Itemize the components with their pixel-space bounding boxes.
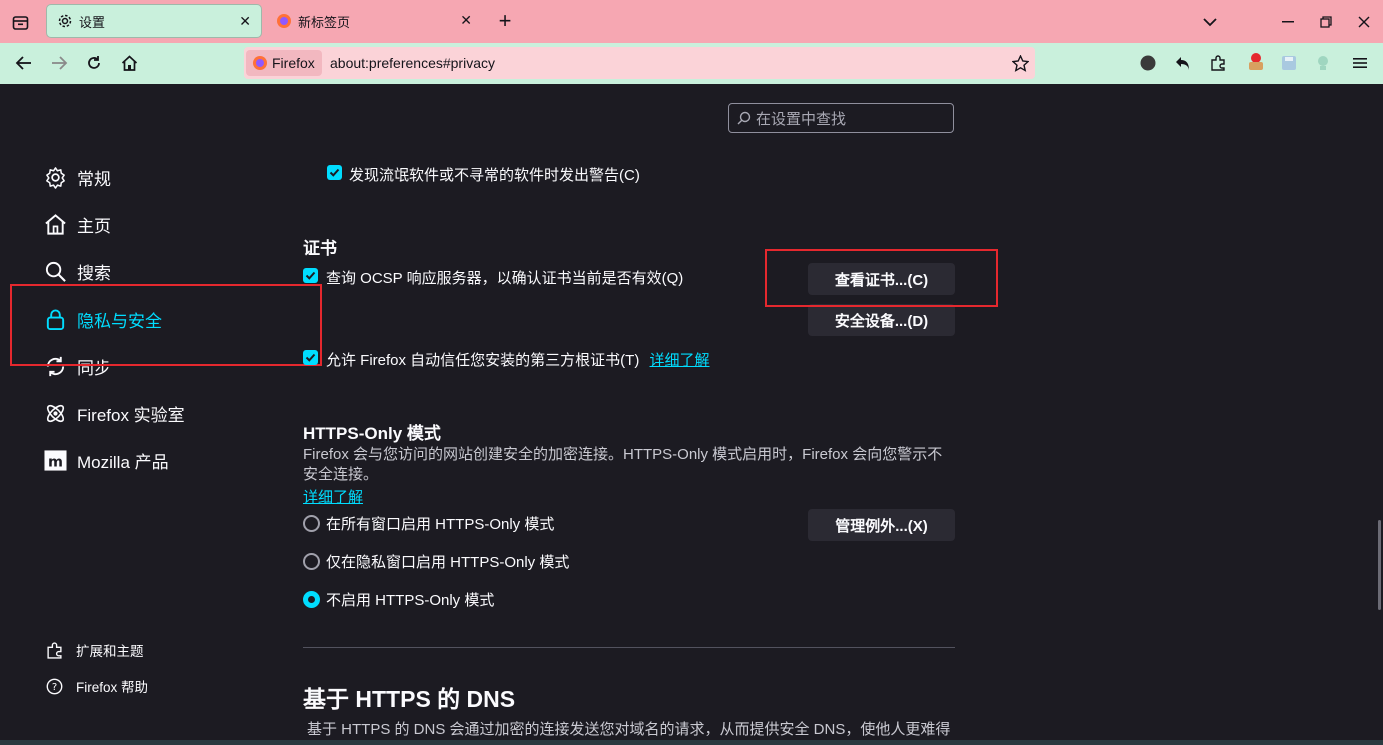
extensions-puzzle-icon[interactable] xyxy=(1208,53,1228,73)
save-disk-icon[interactable] xyxy=(1279,53,1299,73)
dns-over-https-heading: 基于 HTTPS 的 DNS xyxy=(303,686,516,712)
sidebar-item-label: 常规 xyxy=(77,170,111,189)
third-party-roots-label: 允许 Firefox 自动信任您安装的第三方根证书(T) xyxy=(326,352,640,369)
third-party-roots-checkbox[interactable] xyxy=(303,350,318,365)
dns-over-https-description: 基于 HTTPS 的 DNS 会通过加密的连接发送您对域名的请求，从而提供安全 … xyxy=(307,721,951,738)
certificates-heading: 证书 xyxy=(303,239,337,258)
puzzle-icon xyxy=(47,641,62,659)
https-only-description: Firefox 会与您访问的网站创建安全的加密连接。HTTPS-Only 模式启… xyxy=(303,446,943,483)
security-devices-button[interactable]: 安全设备...(D) xyxy=(808,304,955,336)
sidebar-item-general[interactable]: 常规 xyxy=(44,165,111,190)
home-icon[interactable] xyxy=(119,53,139,73)
highlight-box-privacy xyxy=(10,284,322,366)
tab-title: 设置 xyxy=(79,14,106,30)
sidebar-item-label: 主页 xyxy=(77,217,111,236)
search-icon xyxy=(737,111,751,125)
reload-icon[interactable] xyxy=(84,53,104,73)
sidebar-link-label: Firefox 帮助 xyxy=(76,680,149,695)
https-only-all-windows-radio[interactable] xyxy=(303,515,320,532)
back-arrow-icon[interactable] xyxy=(13,53,33,73)
firefox-logo-icon xyxy=(252,55,268,71)
forward-arrow-icon[interactable] xyxy=(49,53,69,73)
sidebar-item-search[interactable]: 搜索 xyxy=(44,259,111,284)
sidebar-item-label: Mozilla 产品 xyxy=(77,453,169,472)
scrollbar-thumb[interactable] xyxy=(1378,520,1381,610)
https-only-private-windows-radio[interactable] xyxy=(303,553,320,570)
minimize-icon[interactable] xyxy=(1278,12,1298,32)
close-window-icon[interactable] xyxy=(1354,12,1374,32)
bottom-edge xyxy=(0,740,1383,745)
url-text[interactable]: about:preferences#privacy xyxy=(330,55,495,71)
identity-label: Firefox xyxy=(272,55,315,71)
svg-text:?: ? xyxy=(52,682,57,693)
radio-label: 在所有窗口启用 HTTPS-Only 模式 xyxy=(326,516,555,533)
gear-icon xyxy=(46,167,65,189)
hamburger-menu-icon[interactable] xyxy=(1350,53,1370,73)
help-icon: ? xyxy=(46,678,63,694)
sidebar-item-label: Firefox 实验室 xyxy=(77,406,185,425)
gear-icon xyxy=(57,13,73,29)
svg-text:m: m xyxy=(48,454,63,470)
sidebar-link-extensions-themes[interactable]: 扩展和主题 xyxy=(46,640,144,660)
https-only-learn-more-link[interactable]: 详细了解 xyxy=(303,486,363,507)
ocsp-checkbox[interactable] xyxy=(303,268,318,283)
preferences-page xyxy=(0,84,1383,745)
close-tab-icon[interactable]: ✕ xyxy=(460,12,472,29)
sidebar-link-label: 扩展和主题 xyxy=(76,644,144,659)
bookmark-star-icon[interactable] xyxy=(1010,53,1030,73)
sidebar-link-firefox-help[interactable]: ? Firefox 帮助 xyxy=(46,676,148,696)
sticker-extension-icon[interactable] xyxy=(1245,51,1267,73)
https-only-heading: HTTPS-Only 模式 xyxy=(303,424,441,443)
search-icon xyxy=(45,261,66,282)
tab-new-tab[interactable]: 新标签页 ✕ xyxy=(266,4,482,38)
new-tab-plus-icon[interactable]: + xyxy=(494,8,516,33)
sidebar-item-label: 搜索 xyxy=(77,264,111,283)
ocsp-label: 查询 OCSP 响应服务器，以确认证书当前是否有效(Q) xyxy=(326,270,684,287)
radio-label: 不启用 HTTPS-Only 模式 xyxy=(326,592,495,609)
https-only-disabled-radio[interactable] xyxy=(303,591,320,608)
extension-badge-icon[interactable] xyxy=(1313,53,1333,73)
radio-label: 仅在隐私窗口启用 HTTPS-Only 模式 xyxy=(326,554,570,571)
close-tab-icon[interactable]: ✕ xyxy=(239,13,251,30)
sidebar-item-home[interactable]: 主页 xyxy=(44,212,111,237)
identity-box[interactable]: Firefox xyxy=(246,50,322,76)
firefox-logo-icon xyxy=(276,13,292,29)
learn-more-link[interactable]: 详细了解 xyxy=(650,352,710,369)
firefox-view-icon[interactable] xyxy=(10,12,30,32)
tab-settings[interactable]: 设置 ✕ xyxy=(46,4,262,38)
labs-icon xyxy=(46,404,65,423)
tab-title: 新标签页 xyxy=(298,14,351,30)
sidebar-item-mozilla-products[interactable]: m Mozilla 产品 xyxy=(44,448,169,473)
restore-icon[interactable] xyxy=(1316,12,1336,32)
sidebar-item-firefox-labs[interactable]: Firefox 实验室 xyxy=(44,401,185,426)
list-all-tabs-chevron-icon[interactable] xyxy=(1200,12,1220,32)
highlight-box-certificates xyxy=(765,249,998,307)
mozilla-icon: m xyxy=(44,450,67,471)
section-divider xyxy=(303,647,955,648)
undo-arrow-icon[interactable] xyxy=(1173,53,1193,73)
home-icon xyxy=(45,214,66,235)
unwanted-software-checkbox[interactable] xyxy=(327,165,342,180)
unwanted-software-label: 发现流氓软件或不寻常的软件时发出警告(C) xyxy=(349,167,640,184)
manage-exceptions-button[interactable]: 管理例外...(X) xyxy=(808,509,955,541)
third-party-roots-row: 允许 Firefox 自动信任您安装的第三方根证书(T) 详细了解 xyxy=(326,349,710,370)
extension-dot-icon[interactable] xyxy=(1138,53,1158,73)
search-placeholder: 在设置中查找 xyxy=(756,110,847,128)
settings-search-input[interactable]: 在设置中查找 xyxy=(728,103,954,133)
